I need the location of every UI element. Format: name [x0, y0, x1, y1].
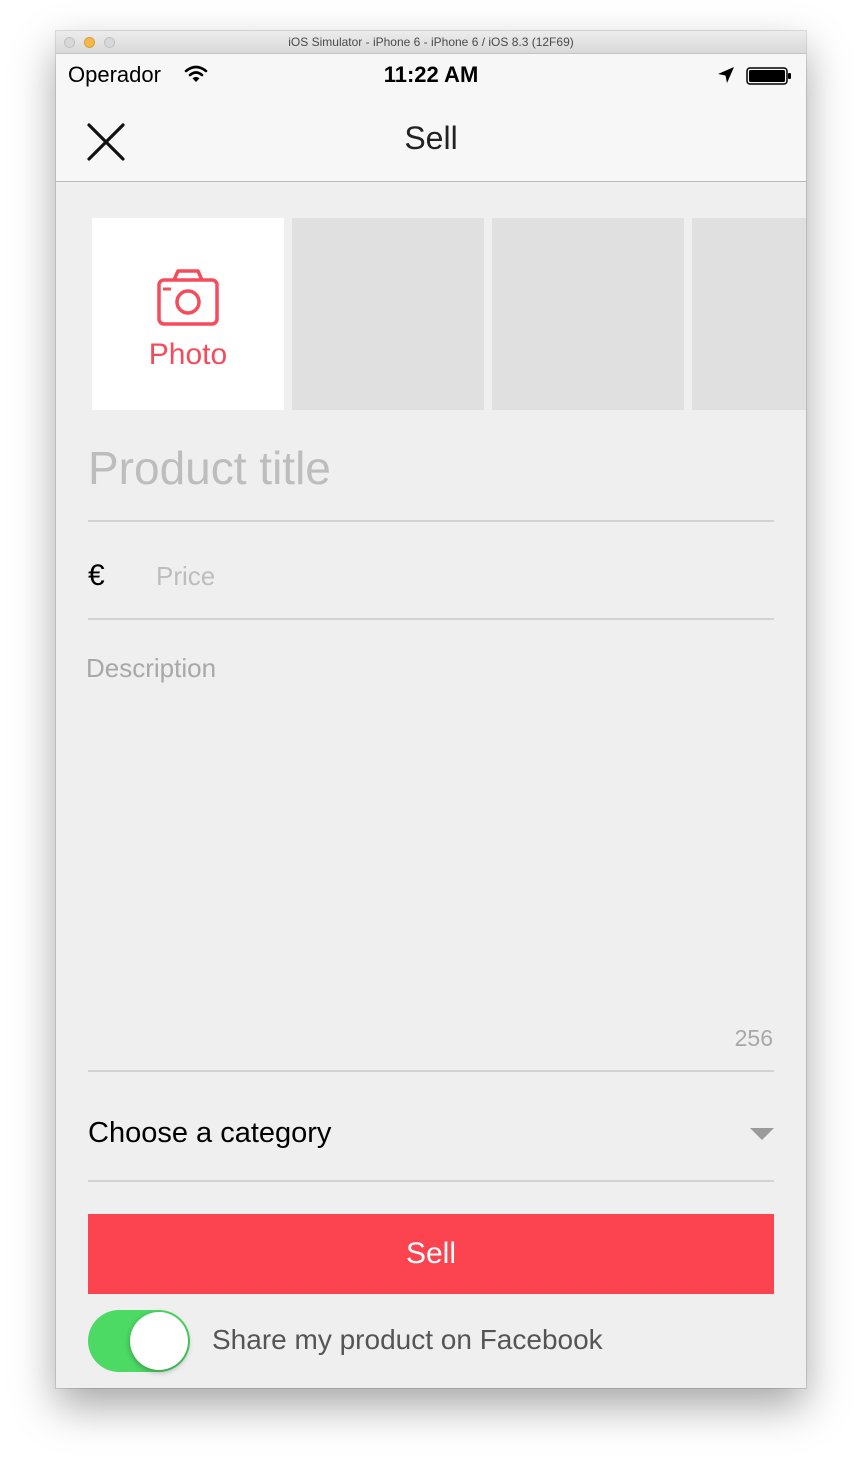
- status-bar: Operador 11:22 AM: [56, 54, 806, 96]
- facebook-share-label: Share my product on Facebook: [212, 1324, 603, 1355]
- battery-icon: [746, 67, 791, 85]
- category-selector[interactable]: Choose a category: [88, 1101, 774, 1171]
- description-divider: [88, 1070, 774, 1072]
- description-input[interactable]: Description: [86, 653, 216, 684]
- add-photo-label: Photo: [148, 338, 228, 371]
- category-label: Choose a category: [88, 1117, 332, 1149]
- currency-symbol: €: [88, 559, 105, 592]
- photo-strip: Photo: [92, 218, 806, 410]
- camera-icon: [157, 269, 219, 326]
- location-arrow-icon: [718, 67, 734, 83]
- simulator-window: iOS Simulator - iPhone 6 - iPhone 6 / iO…: [56, 31, 806, 1388]
- price-divider: [88, 618, 774, 620]
- photo-slot-empty[interactable]: [692, 218, 806, 410]
- photo-slot-empty[interactable]: [492, 218, 684, 410]
- page-title: Sell: [404, 120, 458, 156]
- window-title: iOS Simulator - iPhone 6 - iPhone 6 / iO…: [288, 35, 574, 49]
- title-divider: [88, 520, 774, 522]
- toggle-knob: [130, 1312, 188, 1370]
- product-title-input[interactable]: Product title: [88, 441, 774, 521]
- facebook-share-toggle[interactable]: [88, 1310, 190, 1372]
- photo-slot-empty[interactable]: [292, 218, 484, 410]
- description-char-counter: 256: [734, 1025, 773, 1051]
- navigation-bar: Sell: [56, 96, 806, 182]
- add-photo-button[interactable]: Photo: [92, 218, 284, 410]
- dropdown-arrow-icon: [750, 1128, 774, 1140]
- sell-button[interactable]: Sell: [88, 1214, 774, 1294]
- category-divider: [88, 1180, 774, 1182]
- window-titlebar: iOS Simulator - iPhone 6 - iPhone 6 / iO…: [56, 31, 806, 54]
- status-time: 11:22 AM: [383, 62, 479, 87]
- price-input[interactable]: Price: [156, 561, 215, 592]
